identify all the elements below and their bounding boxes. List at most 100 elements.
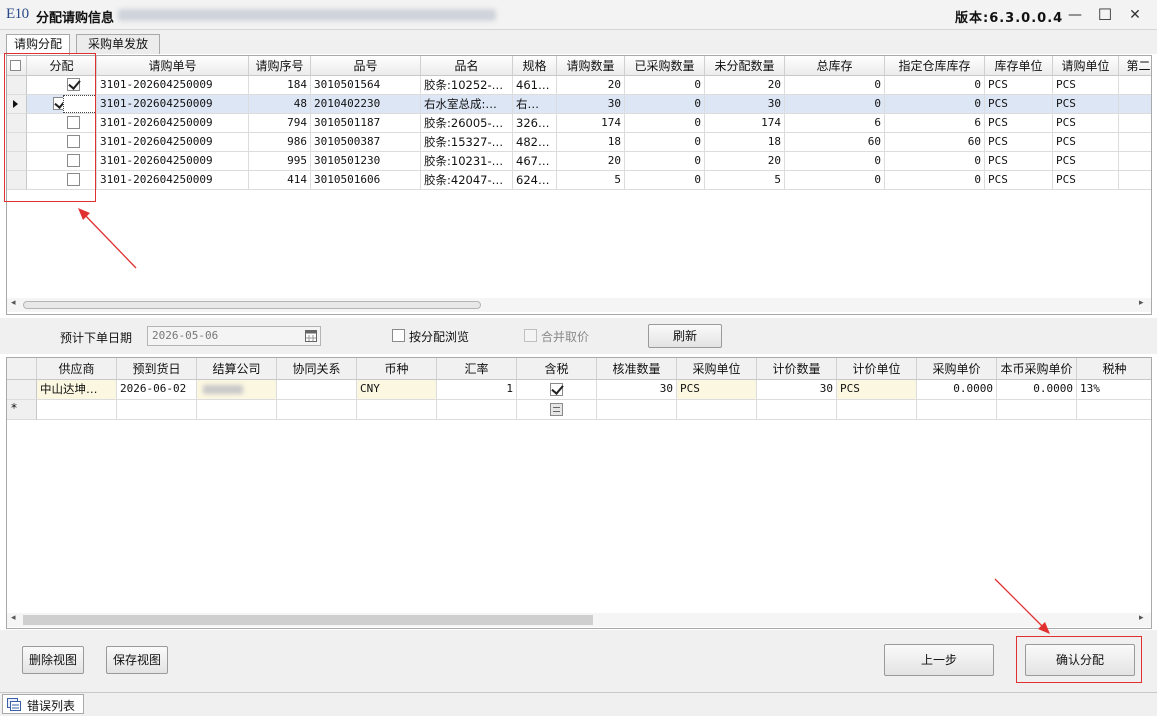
calendar-icon[interactable] [305, 329, 317, 342]
request-grid-hscroll-thumb[interactable] [23, 301, 481, 309]
table-cell: 0.0000 [997, 380, 1077, 400]
col-tax-type-header[interactable]: 税种 [1077, 358, 1151, 380]
col-tax-included-header[interactable]: 含税 [517, 358, 597, 380]
table-cell: 3101-202604250009 [97, 114, 249, 133]
table-cell [277, 400, 357, 420]
table-cell [437, 400, 517, 420]
table-cell: 胶条:10231-… [421, 152, 513, 171]
save-view-button[interactable]: 保存视图 [106, 646, 168, 674]
table-cell: 右… [513, 95, 557, 114]
redacted-company [203, 385, 243, 394]
tax-included-checkbox[interactable] [550, 383, 563, 396]
col-local-unit-price-header[interactable]: 本币采购单价 [997, 358, 1077, 380]
order-date-input[interactable]: 2026-05-06 [147, 326, 321, 346]
col-unit-price-header[interactable]: 采购单价 [917, 358, 997, 380]
refresh-button[interactable]: 刷新 [648, 324, 722, 348]
purchase-grid-hscroll-thumb[interactable] [23, 615, 593, 625]
col-unallocated-qty-header[interactable]: 未分配数量 [705, 56, 785, 76]
table-cell: 0 [625, 133, 705, 152]
table-cell [597, 400, 677, 420]
table-cell[interactable]: 中山达坤… [37, 380, 117, 400]
table-cell: 胶条:42047-… [421, 171, 513, 190]
scroll-left-icon[interactable]: ◂ [11, 613, 16, 623]
merge-price-checkbox [524, 329, 537, 342]
scroll-left-icon[interactable]: ◂ [11, 298, 16, 308]
table-cell: 3010501606 [311, 171, 421, 190]
table-cell: 986 [249, 133, 311, 152]
table-cell: 30 [705, 95, 785, 114]
table-cell [1077, 400, 1151, 420]
table-cell: PCS [985, 152, 1053, 171]
col-purchase-unit-header[interactable]: 采购单位 [677, 358, 757, 380]
col-supplier-header[interactable]: 供应商 [37, 358, 117, 380]
table-cell [1119, 152, 1151, 171]
table-cell: 30 [597, 380, 677, 400]
col-second-header[interactable]: 第二 [1119, 56, 1151, 76]
table-cell: PCS [985, 76, 1053, 95]
tax-included-checkbox-indeterminate[interactable] [550, 403, 563, 416]
error-list-icon [7, 698, 21, 711]
table-cell: 174 [557, 114, 625, 133]
table-cell[interactable]: PCS [837, 380, 917, 400]
table-cell: 0.0000 [917, 380, 997, 400]
col-request-qty-header[interactable]: 请购数量 [557, 56, 625, 76]
table-cell[interactable] [357, 400, 437, 420]
table-cell[interactable]: PCS [677, 380, 757, 400]
col-exchange-rate-header[interactable]: 汇率 [437, 358, 517, 380]
error-list-tab[interactable]: 错误列表 [2, 694, 84, 714]
delete-view-button[interactable]: 删除视图 [22, 646, 84, 674]
request-grid-hscroll[interactable]: ◂ ▸ [7, 298, 1151, 312]
col-request-seq-header[interactable]: 请购序号 [249, 56, 311, 76]
close-button[interactable]: ✕ [1122, 4, 1148, 26]
table-cell[interactable] [837, 400, 917, 420]
col-purchased-qty-header[interactable]: 已采购数量 [625, 56, 705, 76]
table-cell: 3101-202604250009 [97, 171, 249, 190]
table-cell: 0 [785, 95, 885, 114]
tab-purchase-order-release[interactable]: 采购单发放 [76, 34, 160, 54]
col-total-stock-header[interactable]: 总库存 [785, 56, 885, 76]
new-row-marker: * [11, 401, 17, 415]
table-cell: 3101-202604250009 [97, 152, 249, 171]
table-cell: 174 [705, 114, 785, 133]
col-warehouse-stock-header[interactable]: 指定仓库库存 [885, 56, 985, 76]
request-grid[interactable]: 分配 请购单号 请购序号 品号 品名 规格 请购数量 已采购数量 未分配数量 总库存 指定仓库库存库… [6, 55, 1152, 315]
table-cell: 3010500387 [311, 133, 421, 152]
table-cell [1119, 76, 1151, 95]
table-cell: 右水室总成:… [421, 95, 513, 114]
purchase-grid-hscroll[interactable]: ◂ ▸ [7, 613, 1151, 627]
maximize-button[interactable]: ☐ [1092, 4, 1118, 26]
scroll-right-icon[interactable]: ▸ [1139, 298, 1144, 308]
table-cell: 1 [437, 380, 517, 400]
col-spec-header[interactable]: 规格 [513, 56, 557, 76]
scroll-right-icon[interactable]: ▸ [1139, 613, 1144, 623]
col-settlement-company-header[interactable]: 结算公司 [197, 358, 277, 380]
col-price-unit-header[interactable]: 计价单位 [837, 358, 917, 380]
table-cell: 60 [885, 133, 985, 152]
row-selector[interactable] [7, 380, 37, 400]
minimize-button[interactable]: — [1062, 4, 1088, 26]
col-price-qty-header[interactable]: 计价数量 [757, 358, 837, 380]
col-request-unit-header[interactable]: 请购单位 [1053, 56, 1119, 76]
new-row-selector[interactable]: * [7, 400, 37, 420]
purchase-grid-corner [7, 358, 37, 380]
table-cell [197, 380, 277, 400]
table-cell[interactable] [37, 400, 117, 420]
table-cell[interactable] [677, 400, 757, 420]
table-cell: 624… [513, 171, 557, 190]
previous-step-button[interactable]: 上一步 [884, 644, 994, 676]
col-item-name-header[interactable]: 品名 [421, 56, 513, 76]
col-arrival-date-header[interactable]: 预到货日 [117, 358, 197, 380]
table-cell: 20 [705, 152, 785, 171]
browse-by-allocation-checkbox[interactable] [392, 329, 405, 342]
col-request-no-header[interactable]: 请购单号 [97, 56, 249, 76]
col-collaboration-header[interactable]: 协同关系 [277, 358, 357, 380]
table-cell: 20 [557, 152, 625, 171]
purchase-grid[interactable]: 供应商 预到货日 结算公司 协同关系 币种 汇率 含税 核准数量 采购单位 计价数量 计价单位 采购单… [6, 357, 1152, 629]
table-cell[interactable]: CNY [357, 380, 437, 400]
col-currency-header[interactable]: 币种 [357, 358, 437, 380]
col-approved-qty-header[interactable]: 核准数量 [597, 358, 677, 380]
col-stock-unit-header[interactable]: 库存单位 [985, 56, 1053, 76]
table-cell: 60 [785, 133, 885, 152]
tab-request-allocation[interactable]: 请购分配 [6, 34, 70, 55]
col-item-no-header[interactable]: 品号 [311, 56, 421, 76]
